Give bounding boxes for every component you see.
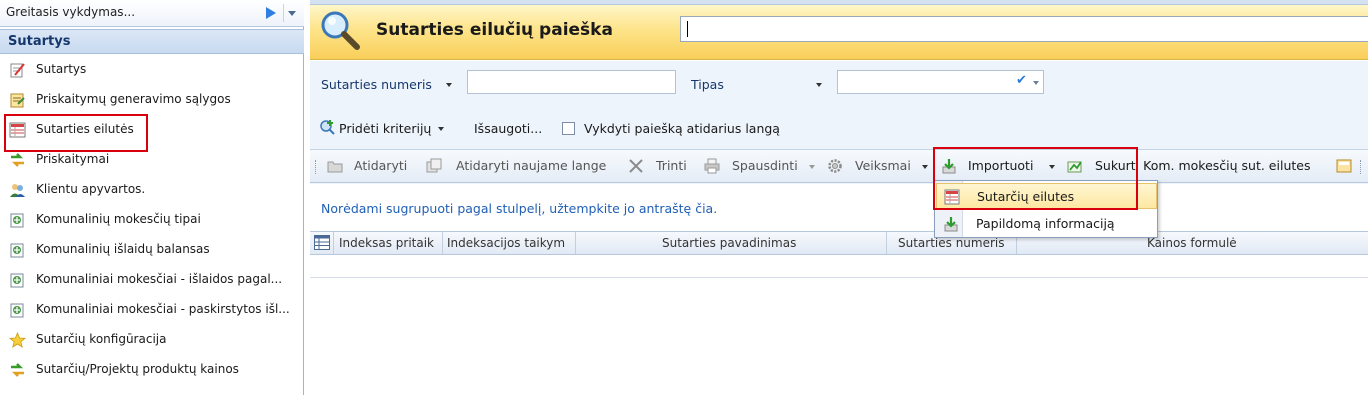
- quick-launch-bar: Greitasis vykdymas...: [0, 0, 304, 27]
- contract-number-input[interactable]: [467, 70, 676, 94]
- print-icon: [704, 158, 720, 174]
- nav-item-label: Sutarčių konfigūracija: [36, 332, 167, 346]
- nav-item-label: Komunaliniai mokesčiai - išlaidos pagal.…: [36, 272, 283, 286]
- toolbar: Atidaryti Atidaryti naujame lange Trinti…: [310, 149, 1368, 183]
- import-icon: [944, 217, 958, 232]
- people-icon: [10, 184, 25, 197]
- arrow-transfer-icon: [11, 363, 24, 377]
- toolbar-separator: [1360, 160, 1362, 174]
- nav-item-islaidos-pagal[interactable]: Komunaliniai mokesčiai - išlaidos pagal.…: [0, 266, 304, 294]
- checkmark-icon: ✔: [1016, 73, 1027, 88]
- nav-item-klientu-apyvartos[interactable]: Klientu apyvartos.: [0, 176, 304, 204]
- chevron-down-icon[interactable]: [922, 165, 928, 169]
- nav-item-label: Komunaliniai mokesčiai - paskirstytos iš…: [36, 302, 290, 316]
- add-criteria-icon: [320, 120, 335, 135]
- title-search-input[interactable]: [680, 16, 1368, 42]
- table-rows-icon: [944, 189, 960, 205]
- run-on-open-checkbox[interactable]: [562, 122, 575, 135]
- create-utility-lines-icon: [1067, 161, 1082, 173]
- play-icon[interactable]: [261, 4, 279, 22]
- delete-icon: [629, 159, 643, 173]
- grid-column-chooser[interactable]: [310, 232, 334, 254]
- edit-document-icon: [10, 63, 25, 78]
- nav-item-sutarciu-konfiguracija[interactable]: Sutarčių konfigūracija: [0, 326, 304, 354]
- nav-item-sutarties-eilutes[interactable]: Sutarties eilutės: [0, 116, 304, 144]
- menu-item-label: Sutarčių eilutes: [977, 189, 1075, 204]
- utility-icon: [10, 273, 24, 288]
- utility-icon: [10, 243, 24, 258]
- group-by-hint: Norėdami sugrupuoti pagal stulpelį, užte…: [321, 201, 718, 216]
- export-icon: [1336, 159, 1352, 173]
- nav-item-islaidu-balansas[interactable]: Komunalinių išlaidų balansas: [0, 236, 304, 264]
- gear-icon: [828, 159, 842, 173]
- nav-item-sutartys[interactable]: Sutartys: [0, 56, 304, 84]
- star-icon: [9, 332, 26, 348]
- nav-item-label: Klientu apyvartos.: [36, 182, 146, 196]
- grid-column-header[interactable]: Indeksacijos taikym: [443, 232, 576, 254]
- main-area: Sutarties eilučių paieška Sutarties nume…: [310, 0, 1368, 395]
- chevron-down-icon[interactable]: [438, 127, 444, 131]
- chevron-down-icon[interactable]: [446, 83, 452, 87]
- print-button[interactable]: Spausdinti: [732, 158, 798, 173]
- nav-item-label: Komunalinių išlaidų balansas: [36, 242, 210, 256]
- nav-item-label: Sutarčių/Projektų produktų kainos: [36, 362, 239, 376]
- menu-item-contract-lines[interactable]: Sutarčių eilutes: [936, 183, 1157, 209]
- chevron-down-icon[interactable]: [809, 165, 815, 169]
- nav-item-produktu-kainos[interactable]: Sutarčių/Projektų produktų kainos: [0, 356, 304, 384]
- nav-item-label: Komunalinių mokesčių tipai: [36, 212, 201, 226]
- chevron-down-icon[interactable]: [816, 83, 822, 87]
- import-button[interactable]: Importuoti: [968, 158, 1033, 173]
- grid-column-header[interactable]: Indeksas pritaik: [334, 232, 443, 254]
- filter-label-contract-number: Sutarties numeris: [321, 77, 432, 92]
- open-icon: [327, 161, 343, 173]
- arrow-transfer-icon: [11, 153, 24, 167]
- import-icon: [942, 159, 956, 174]
- nav-item-komunaliniu-tipai[interactable]: Komunalinių mokesčių tipai: [0, 206, 304, 234]
- chevron-down-icon[interactable]: [1049, 165, 1055, 169]
- open-button[interactable]: Atidaryti: [354, 158, 407, 173]
- delete-button[interactable]: Trinti: [656, 158, 687, 173]
- filter-label-type: Tipas: [691, 77, 724, 92]
- utility-icon: [10, 303, 24, 318]
- quick-launch-dropdown-button[interactable]: [283, 4, 299, 22]
- navigation-pane: Greitasis vykdymas... Sutartys Sutartys …: [0, 0, 304, 395]
- quick-launch-input[interactable]: Greitasis vykdymas...: [6, 5, 135, 19]
- menu-item-label: Papildomą informaciją: [976, 216, 1115, 231]
- table-rows-icon: [9, 122, 26, 138]
- add-criteria-button[interactable]: Pridėti kriterijų: [339, 121, 431, 136]
- utility-icon: [10, 213, 24, 228]
- title-bar: Sutarties eilučių paieška: [310, 5, 1368, 60]
- menu-item-additional-info[interactable]: Papildomą informaciją: [936, 211, 1157, 237]
- nav-item-label: Sutartys: [36, 62, 87, 76]
- nav-item-priskaitymu-salygos[interactable]: Priskaitymų generavimo sąlygos: [0, 86, 304, 114]
- chevron-down-icon[interactable]: [1033, 81, 1039, 85]
- type-select[interactable]: ✔: [837, 70, 1044, 94]
- grid-new-row[interactable]: [310, 256, 1368, 278]
- table-icon: [314, 235, 330, 250]
- text-caret: [687, 21, 688, 37]
- magnifier-icon: [321, 11, 360, 50]
- import-dropdown-menu: Sutarčių eilutes Papildomą informaciją: [934, 180, 1158, 238]
- toolbar-grip: [315, 160, 317, 174]
- grid-header: Indeksas pritaik Indeksacijos taikym Sut…: [310, 231, 1368, 255]
- open-new-window-button[interactable]: Atidaryti naujame lange: [456, 158, 606, 173]
- nav-item-label: Sutarties eilutės: [36, 122, 134, 136]
- nav-section-header[interactable]: Sutartys: [0, 29, 304, 54]
- nav-item-paskirstytos-islaidos[interactable]: Komunaliniai mokesčiai - paskirstytos iš…: [0, 296, 304, 324]
- nav-item-label: Priskaitymai: [36, 152, 110, 166]
- grid-column-header[interactable]: Sutarties pavadinimas: [576, 232, 887, 254]
- nav-item-label: Priskaitymų generavimo sąlygos: [36, 92, 231, 106]
- run-on-open-label: Vykdyti paiešką atidarius langą: [584, 121, 780, 136]
- open-new-window-icon: [426, 158, 442, 173]
- group-by-panel[interactable]: Norėdami sugrupuoti pagal stulpelį, užte…: [310, 184, 1368, 230]
- page-title: Sutarties eilučių paieška: [376, 20, 613, 40]
- nav-section-title: Sutartys: [8, 34, 71, 49]
- nav-item-priskaitymai[interactable]: Priskaitymai: [0, 146, 304, 174]
- conditions-icon: [10, 93, 25, 108]
- create-utility-lines-button[interactable]: Sukurti Kom. mokesčių sut. eilutes: [1095, 158, 1310, 173]
- actions-button[interactable]: Veiksmai: [855, 158, 911, 173]
- save-button[interactable]: Išsaugoti...: [474, 121, 542, 136]
